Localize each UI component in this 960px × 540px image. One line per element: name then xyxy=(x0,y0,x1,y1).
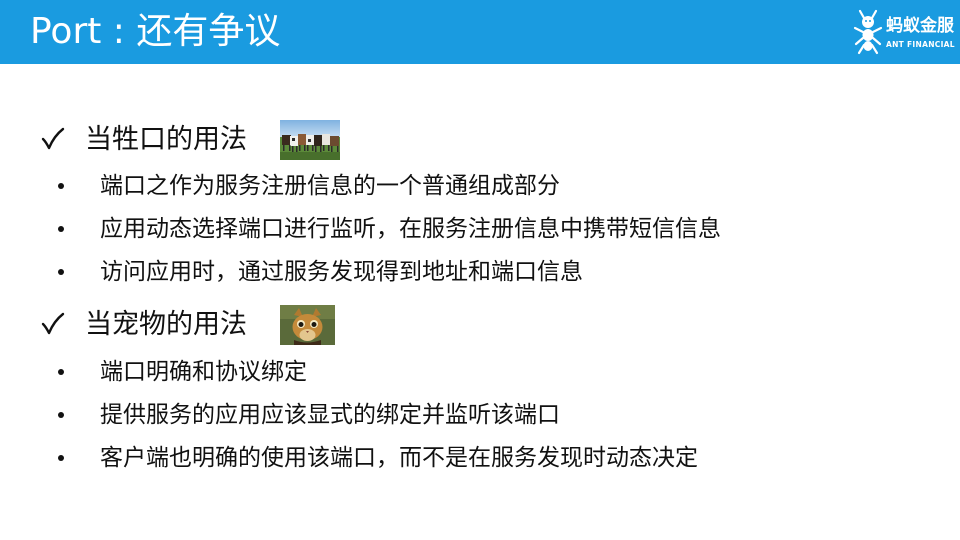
logo-name-en: ANT FINANCIAL xyxy=(886,40,955,49)
list-item: 客户端也明确的使用该端口，而不是在服务发现时动态决定 xyxy=(0,442,960,476)
bullet-text: 提供服务的应用应该显式的绑定并监听该端口 xyxy=(100,402,560,428)
bullet-text: 端口之作为服务注册信息的一个普通组成部分 xyxy=(100,173,560,199)
list-item: 端口之作为服务注册信息的一个普通组成部分 xyxy=(0,170,960,204)
ant-financial-logo: 蚂蚁金服 ANT FINANCIAL xyxy=(852,8,955,58)
bullet-text: 访问应用时，通过服务发现得到地址和端口信息 xyxy=(100,259,583,285)
slide: Port : 还有争议 蚂蚁金服 ANT FINANCIAL 当牲口的用法 端口… xyxy=(0,0,960,540)
cat-pet-image xyxy=(280,305,335,345)
list-item: 提供服务的应用应该显式的绑定并监听该端口 xyxy=(0,399,960,433)
bullet-text: 应用动态选择端口进行监听，在服务注册信息中携带短信信息 xyxy=(100,216,721,242)
bullet-icon xyxy=(58,369,64,375)
bullet-icon xyxy=(58,269,64,275)
section-pet: 当宠物的用法 xyxy=(0,305,960,349)
cattle-herd-image xyxy=(280,120,340,160)
section-cattle: 当牲口的用法 xyxy=(0,120,960,164)
list-item: 应用动态选择端口进行监听，在服务注册信息中携带短信信息 xyxy=(0,213,960,247)
bullet-icon xyxy=(58,226,64,232)
slide-title: Port : 还有争议 xyxy=(30,11,281,52)
bullet-text: 客户端也明确的使用该端口，而不是在服务发现时动态决定 xyxy=(100,445,698,471)
bullet-icon xyxy=(58,412,64,418)
section-title-pet: 当宠物的用法 xyxy=(85,309,247,340)
bullet-icon xyxy=(58,455,64,461)
header-bar: Port : 还有争议 蚂蚁金服 ANT FINANCIAL xyxy=(0,0,960,64)
section-title-cattle: 当牲口的用法 xyxy=(85,124,247,155)
logo-name-cn: 蚂蚁金服 xyxy=(886,16,954,36)
bullet-text: 端口明确和协议绑定 xyxy=(100,359,307,385)
list-item: 端口明确和协议绑定 xyxy=(0,356,960,390)
list-item: 访问应用时，通过服务发现得到地址和端口信息 xyxy=(0,256,960,290)
ant-logo-icon xyxy=(853,9,883,55)
bullet-icon xyxy=(58,183,64,189)
check-icon xyxy=(41,127,65,150)
check-icon xyxy=(41,312,65,335)
